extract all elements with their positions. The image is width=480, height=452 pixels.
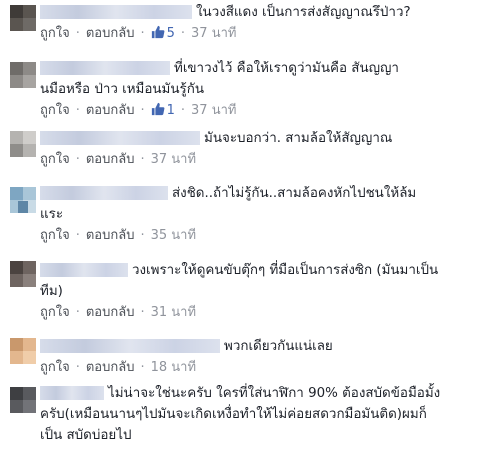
reply-button[interactable]: ตอบกลับ <box>86 228 135 243</box>
comment-actions: ถูกใจ · ตอบกลับ · 5 · 37 นาที <box>40 25 237 41</box>
avatar[interactable] <box>10 261 36 287</box>
avatar[interactable] <box>10 131 36 157</box>
comment-actions: ถูกใจ · ตอบกลับ · 37 นาที <box>40 152 197 167</box>
like-count[interactable]: 5 <box>151 25 175 41</box>
timestamp[interactable]: 31 นาที <box>151 305 196 320</box>
thumb-up-icon <box>151 25 165 39</box>
avatar[interactable] <box>10 5 36 31</box>
like-button[interactable]: ถูกใจ <box>40 152 70 167</box>
commenter-name[interactable] <box>40 131 200 145</box>
comment-actions: ถูกใจ · ตอบกลับ · 31 นาที <box>40 305 197 320</box>
timestamp[interactable]: 37 นาที <box>191 26 236 41</box>
comment-feed: ในวงสีแดง เป็นการส่งสัญญาณรึป่าว? ถูกใจ ·… <box>0 0 480 452</box>
commenter-name[interactable] <box>40 186 168 200</box>
timestamp[interactable]: 35 นาที <box>151 228 196 243</box>
avatar[interactable] <box>10 187 36 213</box>
reply-button[interactable]: ตอบกลับ <box>86 26 135 41</box>
comment-actions: ถูกใจ · ตอบกลับ · 1 · 37 นาที <box>40 102 237 118</box>
reply-button[interactable]: ตอบกลับ <box>86 360 135 375</box>
comment-text: ในวงสีแดง เป็นการส่งสัญญาณรึป่าว? <box>196 5 411 20</box>
like-button[interactable]: ถูกใจ <box>40 228 70 243</box>
like-button[interactable]: ถูกใจ <box>40 26 70 41</box>
avatar[interactable] <box>10 338 36 364</box>
comment-actions: ถูกใจ · ตอบกลับ · 35 นาที <box>40 228 197 243</box>
avatar[interactable] <box>10 387 36 413</box>
commenter-name[interactable] <box>40 263 128 277</box>
thumb-up-icon <box>151 102 165 116</box>
like-button[interactable]: ถูกใจ <box>40 103 70 118</box>
comment-text: พวกเดียวกันแน่เลย <box>224 339 333 354</box>
reply-button[interactable]: ตอบกลับ <box>86 305 135 320</box>
commenter-name[interactable] <box>40 339 220 353</box>
commenter-name[interactable] <box>40 386 104 400</box>
comment-actions: ถูกใจ · ตอบกลับ · 18 นาที <box>40 360 197 375</box>
reply-button[interactable]: ตอบกลับ <box>86 152 135 167</box>
commenter-name[interactable] <box>40 5 192 19</box>
comment-text: มันจะบอกว่า. สามล้อให้สัญญาณ <box>204 131 393 146</box>
avatar[interactable] <box>10 62 36 88</box>
like-count[interactable]: 1 <box>151 102 175 118</box>
timestamp[interactable]: 37 นาที <box>191 103 236 118</box>
timestamp[interactable]: 37 นาที <box>151 152 196 167</box>
reply-button[interactable]: ตอบกลับ <box>86 103 135 118</box>
commenter-name[interactable] <box>40 61 170 75</box>
like-button[interactable]: ถูกใจ <box>40 305 70 320</box>
timestamp[interactable]: 18 นาที <box>151 360 196 375</box>
like-button[interactable]: ถูกใจ <box>40 360 70 375</box>
